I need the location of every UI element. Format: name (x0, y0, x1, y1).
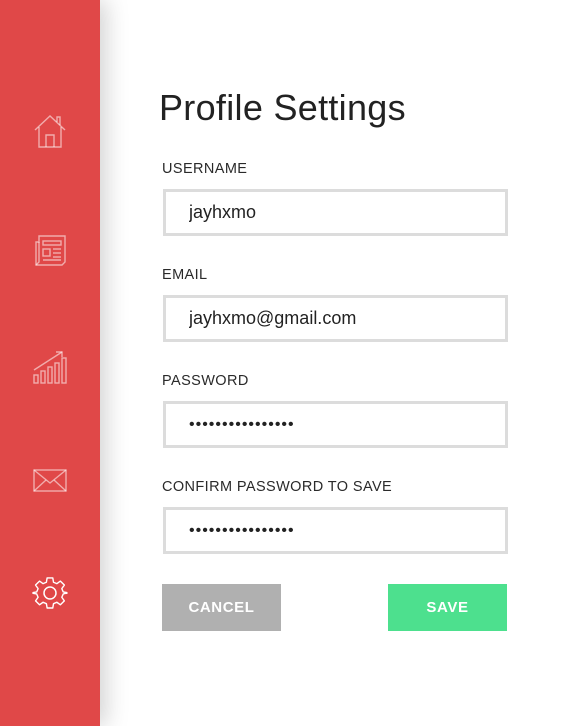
sidebar-item-news[interactable] (0, 219, 100, 279)
page-title: Profile Settings (159, 87, 406, 128)
bar-chart-icon (33, 351, 67, 384)
newspaper-icon (35, 235, 66, 266)
confirm-password-field[interactable] (163, 507, 508, 554)
confirm-password-label: CONFIRM PASSWORD TO SAVE (162, 479, 393, 495)
gear-icon (32, 577, 68, 609)
email-field[interactable] (163, 295, 508, 342)
main-content: Profile Settings USERNAME EMAIL PASSWORD… (100, 0, 570, 726)
sidebar-item-stats[interactable] (0, 337, 100, 397)
username-field[interactable] (163, 189, 508, 236)
home-icon (34, 115, 66, 148)
password-field[interactable] (163, 401, 508, 448)
username-label: USERNAME (162, 161, 248, 177)
save-button[interactable]: SAVE (388, 584, 507, 631)
email-label: EMAIL (162, 267, 208, 283)
sidebar (0, 0, 100, 726)
cancel-button[interactable]: CANCEL (162, 584, 281, 631)
sidebar-item-settings[interactable] (0, 563, 100, 623)
envelope-icon (33, 469, 67, 492)
sidebar-item-messages[interactable] (0, 450, 100, 510)
profile-settings-app: Profile Settings USERNAME EMAIL PASSWORD… (0, 0, 570, 726)
sidebar-item-home[interactable] (0, 101, 100, 161)
password-label: PASSWORD (162, 373, 249, 389)
